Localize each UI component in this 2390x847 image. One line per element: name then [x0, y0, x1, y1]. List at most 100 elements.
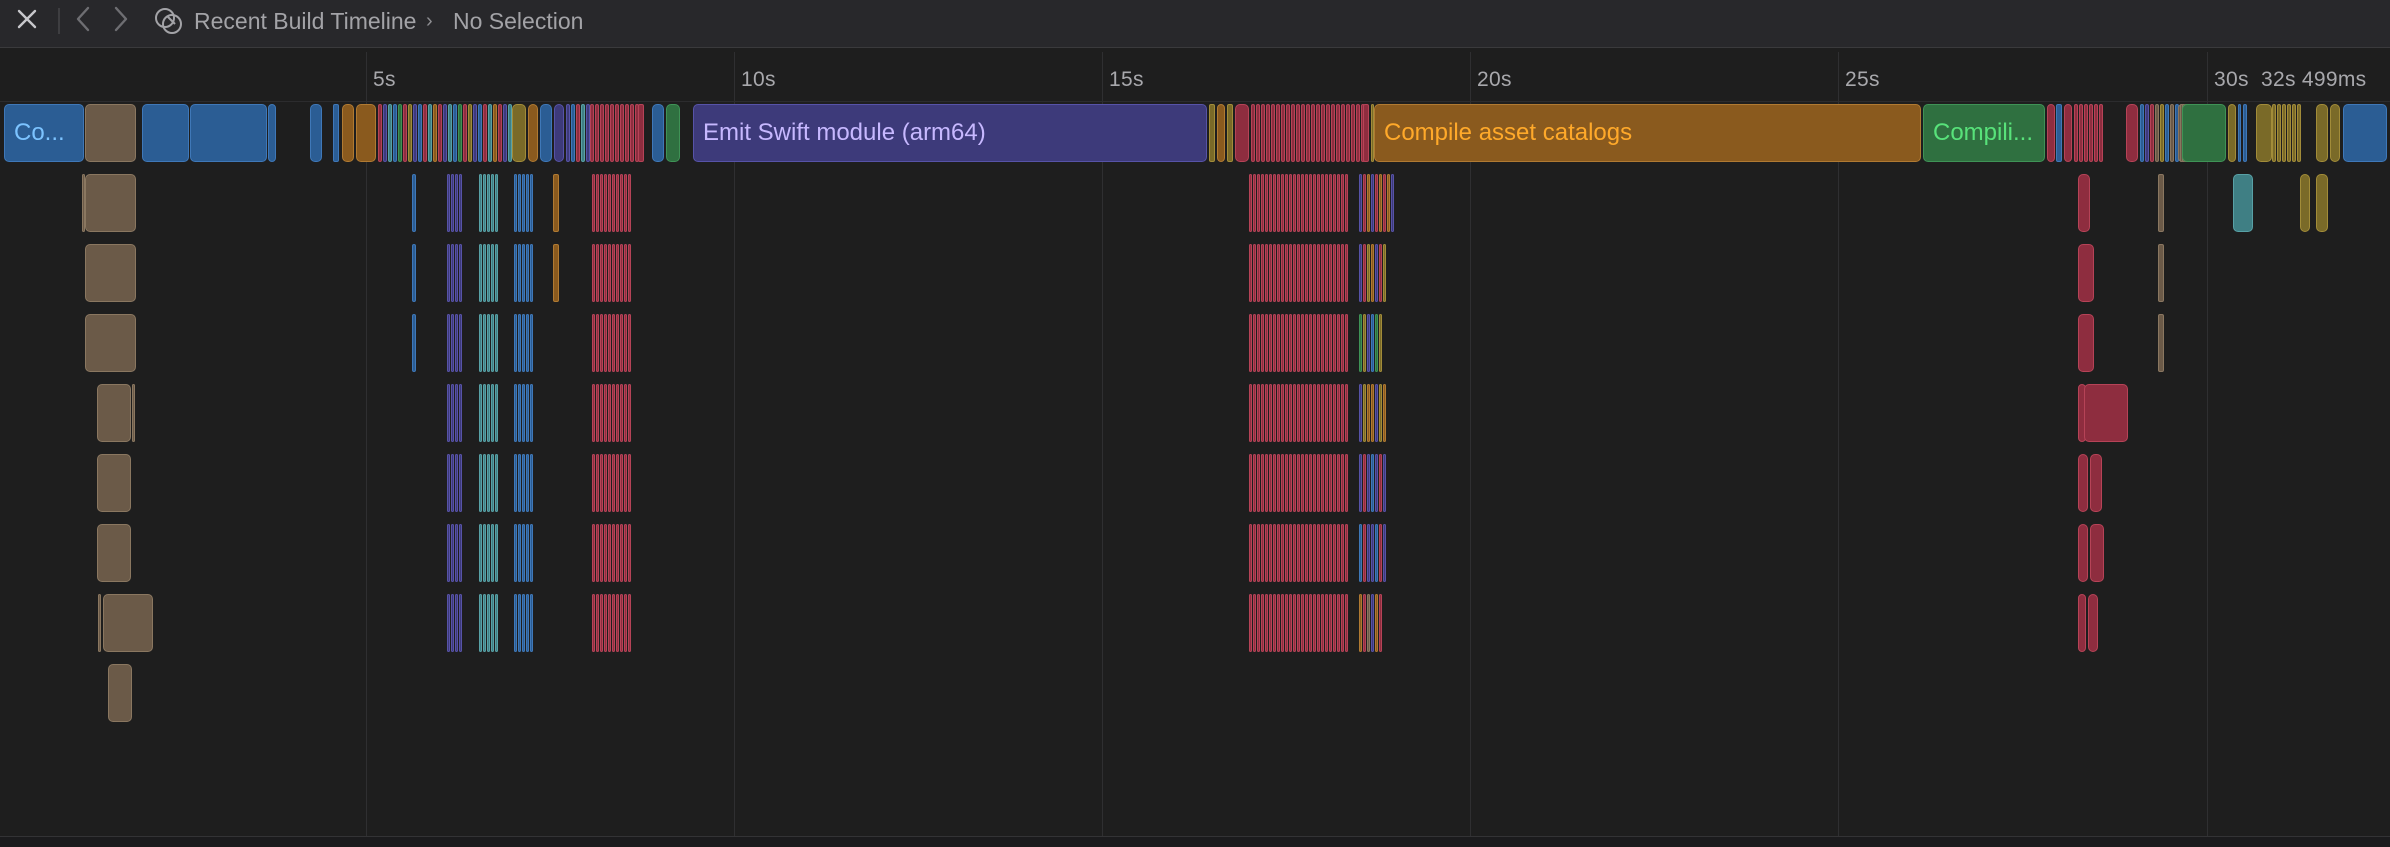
build-task-thin[interactable]: [1289, 524, 1292, 582]
build-task-thin[interactable]: [1325, 244, 1328, 302]
build-task-thin[interactable]: [592, 244, 595, 302]
build-task-thin[interactable]: [483, 384, 486, 442]
build-task-thin[interactable]: [447, 314, 450, 372]
build-task-thin[interactable]: [383, 104, 387, 162]
build-task-thin[interactable]: [1297, 454, 1300, 512]
build-task-thin[interactable]: [428, 104, 432, 162]
build-task[interactable]: [2090, 524, 2104, 582]
build-task-thin[interactable]: [1359, 524, 1362, 582]
build-task-thin[interactable]: [1333, 524, 1336, 582]
build-task-thin[interactable]: [1336, 104, 1340, 162]
build-task-thin[interactable]: [1356, 104, 1360, 162]
build-task-thin[interactable]: [1305, 384, 1308, 442]
build-task-thin[interactable]: [459, 314, 462, 372]
build-task-thin[interactable]: [608, 314, 611, 372]
build-task-thin[interactable]: [1281, 524, 1284, 582]
build-task-thin[interactable]: [459, 524, 462, 582]
build-task-thin[interactable]: [1273, 314, 1276, 372]
build-task[interactable]: [2158, 244, 2164, 302]
build-task-thin[interactable]: [1359, 384, 1362, 442]
build-task-thin[interactable]: [1251, 104, 1255, 162]
build-task-thin[interactable]: [1293, 174, 1296, 232]
build-task-thin[interactable]: [1333, 454, 1336, 512]
build-task-thin[interactable]: [571, 104, 575, 162]
build-task[interactable]: [103, 594, 153, 652]
build-task-thin[interactable]: [1383, 244, 1386, 302]
build-task-thin[interactable]: [495, 244, 498, 302]
build-task-thin[interactable]: [1375, 384, 1378, 442]
build-task-thin[interactable]: [1363, 524, 1366, 582]
build-task-thin[interactable]: [1285, 594, 1288, 652]
build-task-thin[interactable]: [1277, 384, 1280, 442]
build-task-thin[interactable]: [1345, 174, 1348, 232]
build-task[interactable]: [132, 384, 135, 442]
build-task-thin[interactable]: [1309, 594, 1312, 652]
build-task[interactable]: [2078, 524, 2088, 582]
build-task-thin[interactable]: [1249, 244, 1252, 302]
build-task[interactable]: [2256, 104, 2272, 162]
build-task-thin[interactable]: [483, 524, 486, 582]
build-task-thin[interactable]: [526, 454, 529, 512]
build-task[interactable]: [652, 104, 664, 162]
build-task-thin[interactable]: [600, 524, 603, 582]
build-task-thin[interactable]: [1253, 244, 1256, 302]
build-task-thin[interactable]: [518, 524, 521, 582]
build-task-thin[interactable]: [592, 454, 595, 512]
build-task-thin[interactable]: [612, 594, 615, 652]
build-task-thin[interactable]: [1261, 314, 1264, 372]
build-task-thin[interactable]: [488, 104, 492, 162]
build-task-thin[interactable]: [412, 174, 416, 232]
build-task-thin[interactable]: [1269, 454, 1272, 512]
build-task[interactable]: [82, 174, 85, 232]
build-task-thin[interactable]: [1317, 454, 1320, 512]
build-task-thin[interactable]: [455, 314, 458, 372]
build-task-thin[interactable]: [1313, 174, 1316, 232]
build-task-thin[interactable]: [1341, 244, 1344, 302]
build-task-thin[interactable]: [624, 454, 627, 512]
build-task[interactable]: [2090, 454, 2102, 512]
build-task-thin[interactable]: [1337, 384, 1340, 442]
build-task-thin[interactable]: [1277, 174, 1280, 232]
build-task-thin[interactable]: [1363, 314, 1366, 372]
build-task-thin[interactable]: [1285, 244, 1288, 302]
build-task-thin[interactable]: [1269, 384, 1272, 442]
build-task-thin[interactable]: [1273, 244, 1276, 302]
build-task-thin[interactable]: [624, 524, 627, 582]
build-task-thin[interactable]: [1341, 384, 1344, 442]
build-task-thin[interactable]: [522, 594, 525, 652]
build-task-thin[interactable]: [1309, 174, 1312, 232]
build-task-thin[interactable]: [459, 454, 462, 512]
build-task-thin[interactable]: [1341, 104, 1345, 162]
build-task-thin[interactable]: [616, 244, 619, 302]
build-task-thin[interactable]: [1317, 594, 1320, 652]
build-task-thin[interactable]: [612, 244, 615, 302]
build-task-thin[interactable]: [491, 524, 494, 582]
build-task-thin[interactable]: [483, 454, 486, 512]
build-task-thin[interactable]: [491, 454, 494, 512]
build-task-thin[interactable]: [1363, 594, 1366, 652]
build-task-thin[interactable]: [1325, 174, 1328, 232]
build-task-thin[interactable]: [581, 104, 585, 162]
build-task-thin[interactable]: [491, 244, 494, 302]
build-task-thin[interactable]: [491, 314, 494, 372]
build-task-thin[interactable]: [2084, 104, 2088, 162]
build-task-thin[interactable]: [1325, 454, 1328, 512]
build-task[interactable]: [2343, 104, 2387, 162]
build-task-thin[interactable]: [1325, 384, 1328, 442]
build-task-thin[interactable]: [1253, 454, 1256, 512]
build-task-thin[interactable]: [498, 104, 502, 162]
build-task-thin[interactable]: [595, 104, 599, 162]
build-task-thin[interactable]: [1289, 174, 1292, 232]
build-task[interactable]: [356, 104, 376, 162]
build-task-thin[interactable]: [1329, 314, 1332, 372]
build-task-thin[interactable]: [412, 244, 416, 302]
build-task-thin[interactable]: [592, 384, 595, 442]
build-task-thin[interactable]: [1325, 524, 1328, 582]
build-task[interactable]: [85, 174, 136, 232]
build-task-thin[interactable]: [518, 384, 521, 442]
build-task-thin[interactable]: [1345, 594, 1348, 652]
build-task-thin[interactable]: [483, 104, 487, 162]
build-task-thin[interactable]: [1321, 244, 1324, 302]
build-task-thin[interactable]: [1359, 594, 1362, 652]
build-task[interactable]: [190, 104, 267, 162]
